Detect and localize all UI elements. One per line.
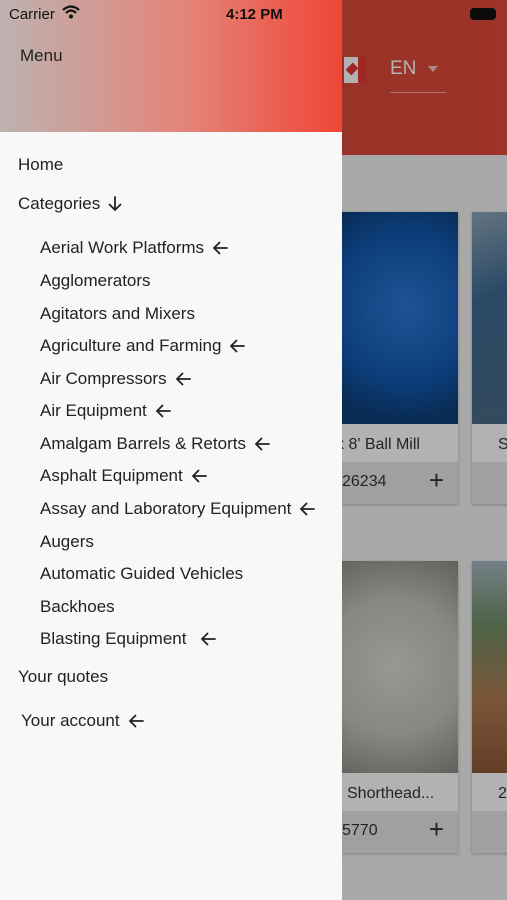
category-label: Augers [40,532,94,551]
arrow-left-icon [201,632,217,646]
drawer-title: Menu [20,46,63,65]
category-label: Amalgam Barrels & Retorts [40,434,246,453]
menu-item-label: Your account [21,711,120,730]
arrow-left-icon [128,714,144,728]
menu-item-your-quotes[interactable]: Your quotes [18,667,108,687]
menu-item-home[interactable]: Home [18,155,63,175]
side-drawer: Carrier 4:12 PM Menu Home Categories Aer… [0,0,342,900]
arrow-left-icon [175,372,191,386]
category-air-equipment[interactable]: Air Equipment [40,401,171,421]
carrier-label: Carrier [9,6,55,23]
category-augers[interactable]: Augers [40,532,94,552]
menu-item-label: Categories [18,194,101,213]
category-label: Blasting Equipment [40,629,187,648]
category-air-compressors[interactable]: Air Compressors [40,369,191,389]
menu-item-label: Home [18,155,64,174]
category-label: Asphalt Equipment [40,466,183,485]
wifi-icon [62,5,80,19]
category-label: Assay and Laboratory Equipment [40,499,292,518]
category-aerial-work-platforms[interactable]: Aerial Work Platforms [40,238,228,258]
category-blasting-equipment[interactable]: Blasting Equipment [40,629,217,649]
category-agitators-and-mixers[interactable]: Agitators and Mixers [40,304,195,324]
arrow-left-icon [254,437,270,451]
category-label: Backhoes [40,597,115,616]
arrow-left-icon [191,469,207,483]
category-assay-and-laboratory-equipment[interactable]: Assay and Laboratory Equipment [40,499,316,519]
arrow-left-icon [212,241,228,255]
drawer-header: Carrier 4:12 PM Menu [0,0,342,132]
category-agglomerators[interactable]: Agglomerators [40,271,151,291]
category-backhoes[interactable]: Backhoes [40,597,115,617]
category-label: Agglomerators [40,271,151,290]
menu-item-categories[interactable]: Categories [18,194,122,214]
status-time: 4:12 PM [226,6,283,23]
category-label: Air Compressors [40,369,167,388]
category-label: Automatic Guided Vehicles [40,564,244,583]
category-label: Agriculture and Farming [40,336,222,355]
arrow-left-icon [230,339,246,353]
category-amalgam-barrels-retorts[interactable]: Amalgam Barrels & Retorts [40,434,270,454]
category-label: Air Equipment [40,401,147,420]
category-label: Aerial Work Platforms [40,238,205,257]
category-asphalt-equipment[interactable]: Asphalt Equipment [40,466,207,486]
menu-item-your-account[interactable]: Your account [21,711,144,731]
arrow-down-icon [108,196,122,212]
arrow-left-icon [155,404,171,418]
menu-item-label: Your quotes [18,667,109,686]
arrow-left-icon [300,502,316,516]
category-automatic-guided-vehicles[interactable]: Automatic Guided Vehicles [40,564,243,584]
category-label: Agitators and Mixers [40,304,195,323]
category-agriculture-and-farming[interactable]: Agriculture and Farming [40,336,246,356]
